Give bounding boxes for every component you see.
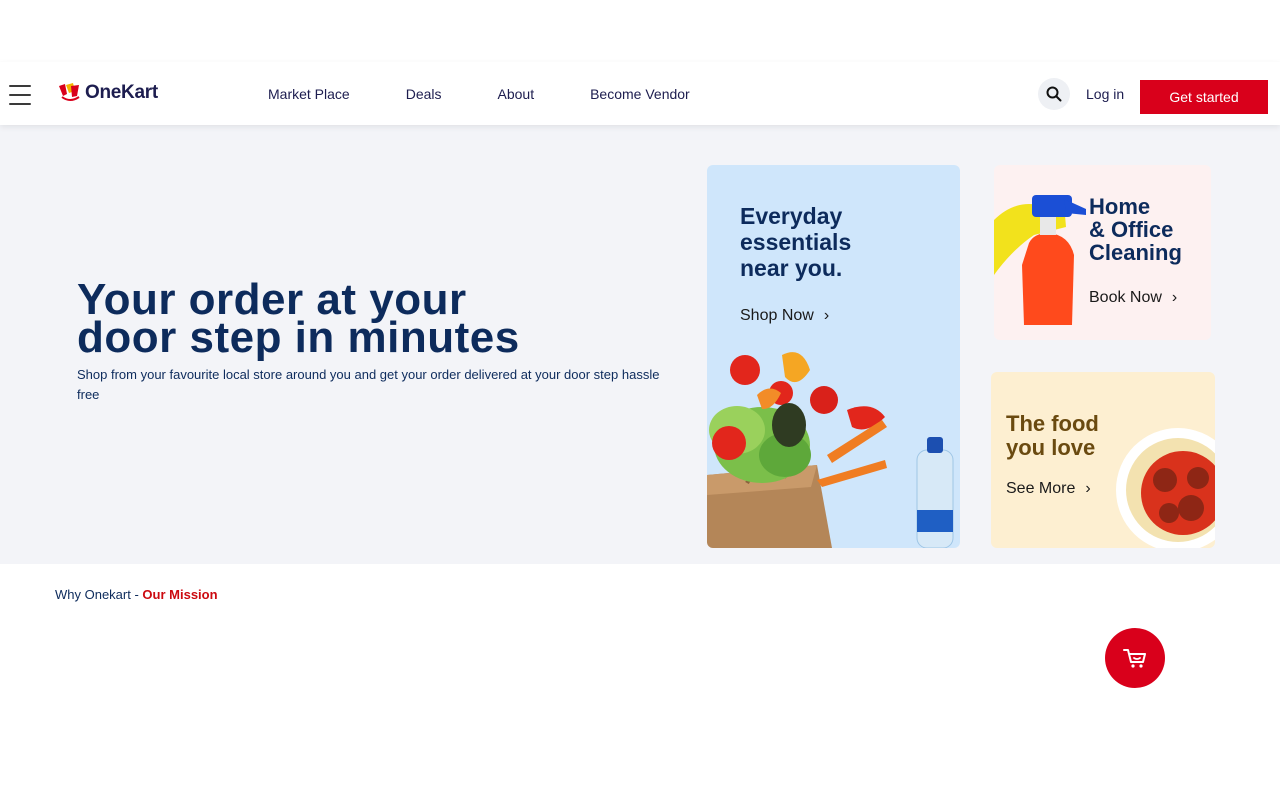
login-link[interactable]: Log in: [1086, 86, 1124, 102]
mission-prefix: Why Onekart -: [55, 587, 143, 602]
see-more-label: See More: [1006, 480, 1076, 497]
search-button[interactable]: [1038, 78, 1070, 110]
logo-text: OneKart: [85, 82, 158, 103]
pasta-image: [1116, 428, 1215, 548]
food-title: The food you love: [1006, 412, 1099, 460]
cart-button[interactable]: [1105, 628, 1165, 688]
hero-section: Your order at your door step in minutes …: [0, 125, 1280, 564]
see-more-link[interactable]: See More ›: [1006, 480, 1091, 498]
hero-subtitle: Shop from your favourite local store aro…: [77, 367, 660, 402]
cleaning-title-line-1: Home: [1089, 194, 1151, 219]
nav-about[interactable]: About: [498, 86, 535, 102]
hero-title-line-2: door step in minutes: [77, 313, 520, 362]
logo[interactable]: OneKart: [57, 82, 158, 104]
essentials-card[interactable]: Everyday essentials near you. Shop Now ›: [707, 165, 960, 548]
book-now-link[interactable]: Book Now ›: [1089, 289, 1177, 307]
food-title-line-2: you love: [1006, 435, 1096, 460]
main-nav: Market Place Deals About Become Vendor: [268, 86, 746, 102]
groceries-image: [707, 352, 954, 548]
nav-become-vendor[interactable]: Become Vendor: [590, 86, 690, 102]
cleaning-title: Home & Office Cleaning: [1089, 195, 1182, 264]
hero-title: Your order at your door step in minutes: [77, 278, 697, 360]
food-title-line-1: The food: [1006, 411, 1099, 436]
mission-line: Why Onekart - Our Mission: [55, 587, 218, 602]
search-icon: [1046, 86, 1062, 102]
mission-highlight[interactable]: Our Mission: [142, 587, 217, 602]
cleaning-card[interactable]: Home & Office Cleaning Book Now ›: [994, 165, 1211, 340]
logo-icon: [59, 83, 80, 101]
chevron-right-icon: ›: [1171, 289, 1178, 306]
chevron-right-icon: ›: [1085, 480, 1091, 497]
nav-market-place[interactable]: Market Place: [268, 86, 350, 102]
get-started-button[interactable]: Get started: [1140, 80, 1268, 114]
cleaning-title-line-2: & Office: [1089, 217, 1174, 242]
book-now-label: Book Now: [1089, 289, 1162, 306]
cart-icon: [1123, 649, 1146, 668]
food-card[interactable]: The food you love See More ›: [991, 372, 1215, 548]
menu-icon[interactable]: [9, 85, 31, 105]
cleaning-title-line-3: Cleaning: [1089, 240, 1182, 265]
nav-deals[interactable]: Deals: [406, 86, 442, 102]
spray-bottle-image: [994, 195, 1086, 325]
site-header: OneKart Market Place Deals About Become …: [0, 62, 1280, 125]
